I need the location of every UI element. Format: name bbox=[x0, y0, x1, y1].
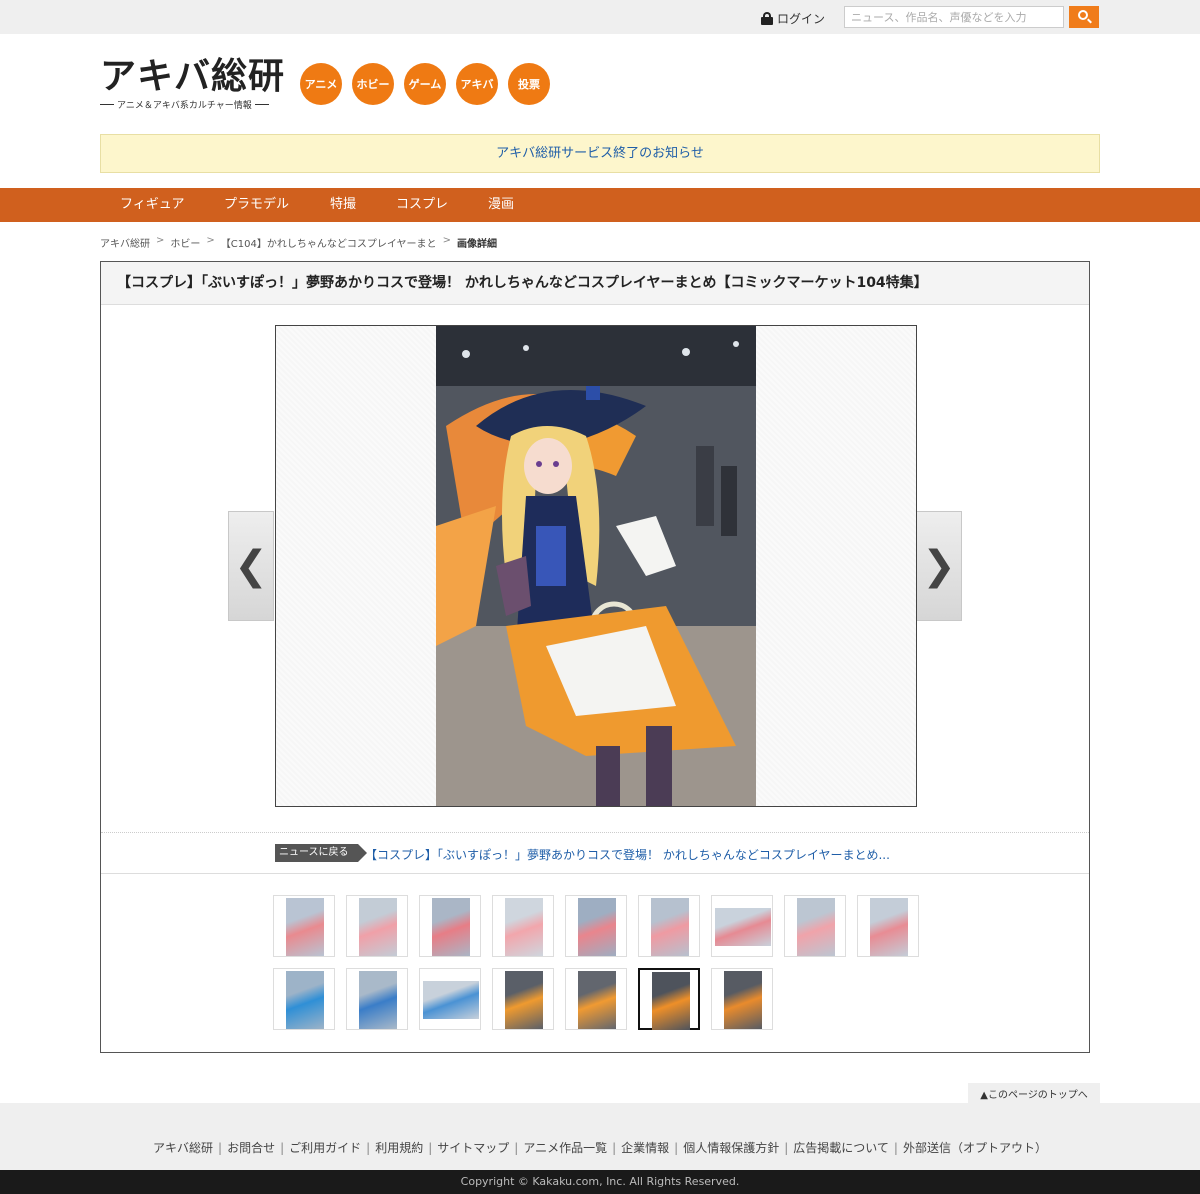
thumbnail-image bbox=[651, 898, 689, 956]
thumbnail-image bbox=[578, 971, 616, 1029]
thumbnail-item[interactable] bbox=[638, 895, 700, 957]
next-image-button[interactable]: ❯ bbox=[916, 511, 962, 621]
thumbnail-item[interactable] bbox=[857, 895, 919, 957]
nav-item-figure[interactable]: フィギュア bbox=[120, 188, 184, 222]
category-akiba-button[interactable]: アキバ bbox=[456, 63, 498, 105]
main-photo bbox=[436, 326, 756, 806]
thumbnail-image bbox=[423, 981, 479, 1019]
footer-link[interactable]: お問合せ bbox=[227, 1141, 275, 1155]
thumbnail-item[interactable] bbox=[273, 968, 335, 1030]
search-input[interactable] bbox=[844, 6, 1064, 28]
article-title: 【コスプレ】「ぶいすぽっ！」夢野あかりコスで登場！ かれしちゃんなどコスプレイヤ… bbox=[101, 262, 1089, 305]
top-utility-bar: ログイン bbox=[0, 0, 1200, 34]
breadcrumb-hobby[interactable]: ホビー bbox=[170, 235, 200, 250]
login-link[interactable]: ログイン bbox=[761, 10, 825, 27]
image-viewer bbox=[275, 325, 917, 807]
site-logo[interactable]: アキバ総研 アニメ＆アキバ系カルチャー情報 bbox=[100, 56, 286, 112]
thumbnail-image bbox=[652, 972, 690, 1030]
main-nav: フィギュア プラモデル 特撮 コスプレ 漫画 bbox=[0, 188, 1200, 222]
footer-link[interactable]: 外部送信（オプトアウト） bbox=[903, 1141, 1047, 1155]
breadcrumb-separator: > bbox=[156, 235, 165, 246]
thumbnail-item[interactable] bbox=[492, 968, 554, 1030]
back-to-news-link[interactable]: 【コスプレ】「ぶいすぽっ！」夢野あかりコスで登場！ かれしちゃんなどコスプレイヤ… bbox=[365, 846, 890, 863]
login-label: ログイン bbox=[777, 12, 826, 26]
thumbnail-item[interactable] bbox=[565, 895, 627, 957]
footer-links: アキバ総研 | お問合せ | ご利用ガイド | 利用規約 | サイトマップ | アニメ作品一覧 | 企業… bbox=[0, 1139, 1200, 1156]
footer-separator: | bbox=[893, 1141, 898, 1155]
breadcrumb-article[interactable]: 【C104】かれしちゃんなどコスプレイヤーまと bbox=[221, 235, 437, 250]
thumbnail-item[interactable] bbox=[784, 895, 846, 957]
category-anime-button[interactable]: アニメ bbox=[300, 63, 342, 105]
logo-title: アキバ総研 bbox=[100, 56, 286, 97]
thumbnail-image bbox=[505, 898, 543, 956]
notice-text: アキバ総研サービス終了のお知らせ bbox=[496, 146, 704, 161]
footer-separator: | bbox=[280, 1141, 285, 1155]
thumbnail-image bbox=[715, 908, 771, 946]
logo-subtitle: アニメ＆アキバ系カルチャー情報 bbox=[100, 98, 282, 111]
footer-separator: | bbox=[612, 1141, 617, 1155]
nav-item-cosplay[interactable]: コスプレ bbox=[396, 188, 448, 222]
footer-link[interactable]: 個人情報保護方針 bbox=[683, 1141, 779, 1155]
footer-link[interactable]: アキバ総研 bbox=[153, 1141, 213, 1155]
breadcrumb: アキバ総研 > ホビー > 【C104】かれしちゃんなどコスプレイヤーまと > … bbox=[100, 235, 497, 250]
thumbnail-image bbox=[432, 898, 470, 956]
copyright: Copyright © Kakaku.com, Inc. All Rights … bbox=[0, 1170, 1200, 1194]
thumbnail-image bbox=[359, 971, 397, 1029]
back-to-news-row: ニュースに戻る 【コスプレ】「ぶいすぽっ！」夢野あかりコスで登場！ かれしちゃん… bbox=[101, 832, 1089, 874]
footer-separator: | bbox=[218, 1141, 223, 1155]
chevron-right-icon: ❯ bbox=[922, 543, 956, 589]
footer-separator: | bbox=[366, 1141, 371, 1155]
footer-separator: | bbox=[514, 1141, 519, 1155]
footer-link[interactable]: アニメ作品一覧 bbox=[523, 1141, 607, 1155]
image-detail-panel: 【コスプレ】「ぶいすぽっ！」夢野あかりコスで登場！ かれしちゃんなどコスプレイヤ… bbox=[100, 261, 1090, 1053]
thumbnail-image bbox=[724, 971, 762, 1029]
nav-item-plamodel[interactable]: プラモデル bbox=[224, 188, 289, 222]
breadcrumb-separator: > bbox=[442, 235, 451, 246]
footer-link[interactable]: 企業情報 bbox=[621, 1141, 669, 1155]
thumbnail-item[interactable] bbox=[419, 895, 481, 957]
thumbnail-image bbox=[870, 898, 908, 956]
footer-link[interactable]: 広告掲載について bbox=[793, 1141, 889, 1155]
breadcrumb-home[interactable]: アキバ総研 bbox=[100, 235, 150, 250]
breadcrumb-separator: > bbox=[206, 235, 215, 246]
footer-link[interactable]: 利用規約 bbox=[375, 1141, 423, 1155]
footer-separator: | bbox=[674, 1141, 679, 1155]
thumbnail-item[interactable] bbox=[346, 895, 408, 957]
thumbnail-item[interactable] bbox=[565, 968, 627, 1030]
thumbnail-image bbox=[797, 898, 835, 956]
prev-image-button[interactable]: ❮ bbox=[228, 511, 274, 621]
thumbnail-image bbox=[578, 898, 616, 956]
thumbnail-image bbox=[359, 898, 397, 956]
back-to-news-badge[interactable]: ニュースに戻る bbox=[275, 844, 366, 862]
footer: アキバ総研 | お問合せ | ご利用ガイド | 利用規約 | サイトマップ | アニメ作品一覧 | 企業… bbox=[0, 1103, 1200, 1170]
footer-separator: | bbox=[428, 1141, 433, 1155]
category-vote-button[interactable]: 投票 bbox=[508, 63, 550, 105]
search-icon bbox=[1078, 10, 1088, 20]
breadcrumb-current: 画像詳細 bbox=[456, 239, 497, 250]
thumbnail-item[interactable] bbox=[419, 968, 481, 1030]
nav-item-manga[interactable]: 漫画 bbox=[488, 188, 514, 222]
lock-icon bbox=[761, 12, 773, 25]
footer-link[interactable]: ご利用ガイド bbox=[289, 1141, 361, 1155]
thumbnail-item[interactable] bbox=[273, 895, 335, 957]
thumbnail-item[interactable] bbox=[638, 968, 700, 1030]
service-end-notice[interactable]: アキバ総研サービス終了のお知らせ bbox=[100, 134, 1100, 173]
nav-item-tokusatsu[interactable]: 特撮 bbox=[330, 188, 356, 222]
search-button[interactable] bbox=[1069, 6, 1099, 28]
cosplay-photo-illustration bbox=[436, 326, 756, 806]
thumbnail-image bbox=[286, 971, 324, 1029]
category-hobby-button[interactable]: ホビー bbox=[352, 63, 394, 105]
footer-link[interactable]: サイトマップ bbox=[437, 1141, 509, 1155]
thumbnail-image bbox=[505, 971, 543, 1029]
thumbnail-item[interactable] bbox=[346, 968, 408, 1030]
chevron-left-icon: ❮ bbox=[234, 543, 268, 589]
thumbnail-item[interactable] bbox=[711, 968, 773, 1030]
thumbnail-item[interactable] bbox=[492, 895, 554, 957]
category-game-button[interactable]: ゲーム bbox=[404, 63, 446, 105]
thumbnail-item[interactable] bbox=[711, 895, 773, 957]
footer-separator: | bbox=[784, 1141, 789, 1155]
category-buttons: アニメ ホビー ゲーム アキバ 投票 bbox=[300, 63, 550, 105]
thumbnail-image bbox=[286, 898, 324, 956]
